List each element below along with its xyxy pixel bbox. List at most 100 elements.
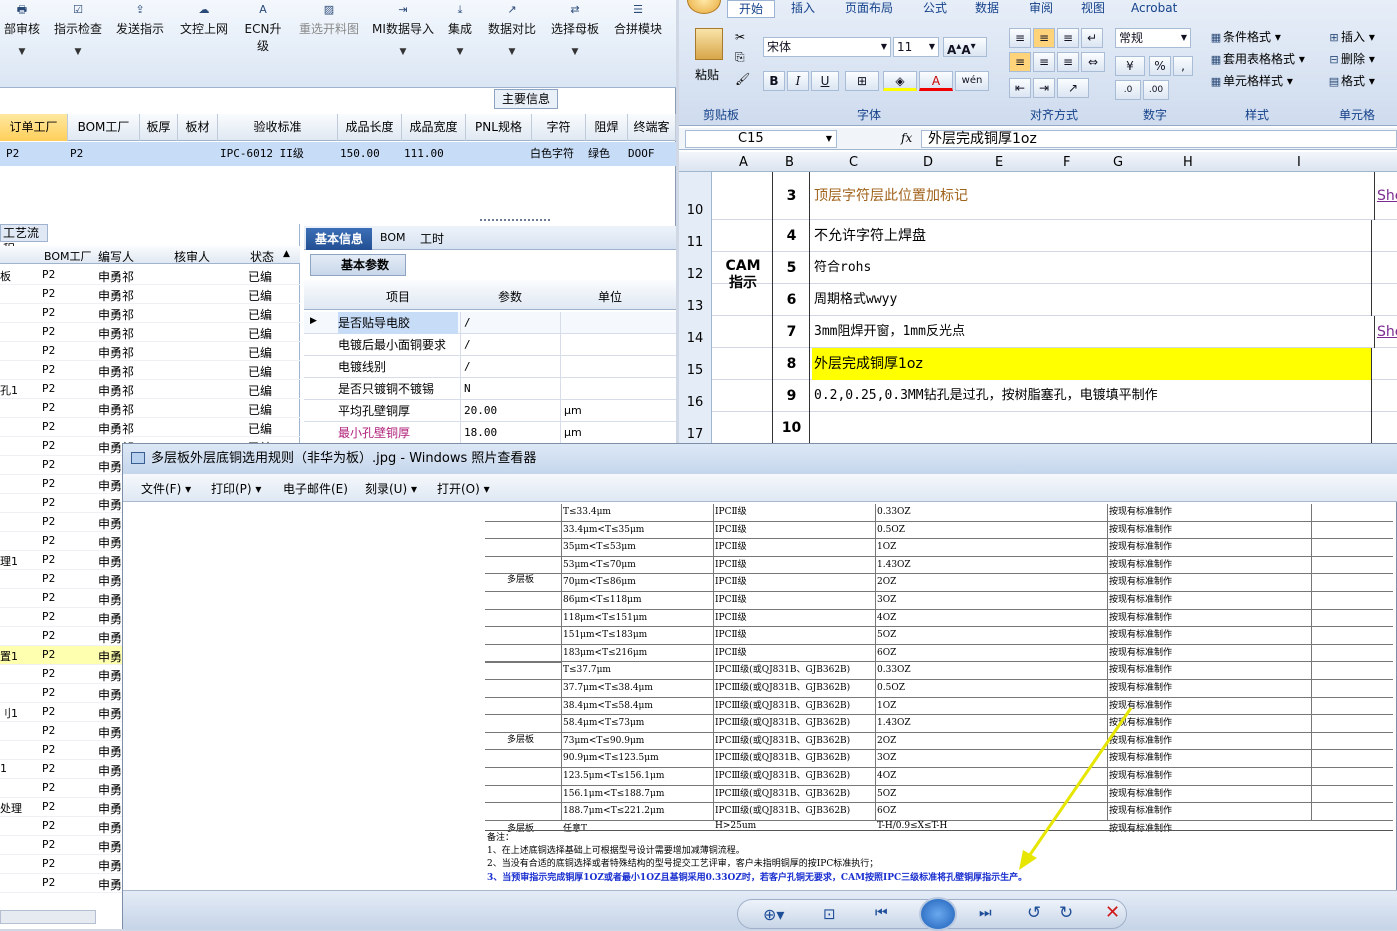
tab-home[interactable]: 开始 (727, 0, 775, 18)
delete-cells-button[interactable]: ⊟ 删除 ▾ (1327, 50, 1374, 67)
sheet-row[interactable]: 10 3 顶层字符层此位置加标记 She (679, 172, 1397, 220)
table-row[interactable]: P2 申勇祁 已编 (0, 285, 300, 304)
param-value[interactable]: / (460, 312, 560, 334)
font-color-button[interactable]: A (919, 71, 953, 91)
instruction-cell[interactable]: 周期格式wwyy (812, 284, 897, 316)
actual-size-icon[interactable]: ⊡ (823, 905, 836, 923)
row-number[interactable]: 16 (679, 380, 712, 412)
tab-view[interactable]: 视图 (1081, 0, 1105, 16)
instruction-cell[interactable]: 外层完成铜厚1oz (812, 348, 1372, 380)
row-number[interactable]: 14 (679, 316, 712, 348)
menu-file[interactable]: 文件(F) ▾ (141, 480, 191, 497)
sheet-link[interactable]: She (1374, 172, 1397, 220)
param-value[interactable]: / (460, 334, 560, 356)
param-value[interactable]: 20.00 (460, 400, 560, 422)
col-header[interactable]: 板厚 (140, 114, 178, 141)
fill-color-button[interactable]: ◈ (883, 71, 917, 91)
table-row[interactable]: 最小孔壁铜厚 18.00 μm (304, 422, 676, 444)
function-icon[interactable]: fx (901, 131, 912, 145)
font-name-select[interactable]: 宋体 ▼ (763, 37, 891, 57)
menu-print[interactable]: 打印(P) ▾ (211, 480, 261, 497)
toolbar-btn-integrate[interactable]: ⤓ 集成 ▼ (444, 4, 476, 80)
row-number[interactable]: 15 (679, 348, 712, 380)
table-row[interactable]: P2 申勇祁 已编 (0, 342, 300, 361)
col-header[interactable]: 成品宽度 (402, 114, 466, 141)
align-left-button[interactable]: ≡ (1009, 52, 1031, 72)
align-bottom-button[interactable]: ≡ (1057, 28, 1079, 48)
sheet-row[interactable]: 12 5 符合rohs (679, 252, 1397, 284)
col-header[interactable]: 终端客 (628, 114, 676, 141)
row-number[interactable]: 12 (679, 252, 712, 284)
table-format-button[interactable]: ▦ 套用表格格式 ▾ (1209, 50, 1305, 67)
table-row[interactable]: ▶ 是否贴导电胶 / (304, 312, 676, 334)
previous-icon[interactable]: ⏮ (875, 905, 888, 921)
currency-button[interactable]: ¥ (1115, 56, 1145, 76)
tab-acrobat[interactable]: Acrobat (1131, 0, 1177, 16)
tab-basic-params[interactable]: 基本参数 (310, 254, 406, 276)
sheet-link[interactable]: She (1374, 316, 1397, 348)
tab-formulas[interactable]: 公式 (923, 0, 947, 16)
insert-cells-button[interactable]: ⊞ 插入 ▾ (1327, 28, 1374, 45)
bold-button[interactable]: B (763, 71, 785, 91)
tab-bom[interactable]: BOM (380, 231, 406, 244)
rotate-cw-icon[interactable]: ↻ (1059, 903, 1073, 923)
sheet-row[interactable]: 15 8 外层完成铜厚1oz (679, 348, 1397, 380)
align-top-button[interactable]: ≡ (1009, 28, 1031, 48)
grow-shrink-font-buttons[interactable]: A▴A▾ (943, 37, 987, 57)
paste-icon[interactable] (695, 28, 723, 60)
col-header[interactable]: 阻焊 (586, 114, 628, 141)
orientation-button[interactable]: ↗ (1057, 78, 1089, 98)
name-box[interactable]: C15 ▼ (685, 130, 837, 148)
main-info-tab[interactable]: 主要信息 (494, 89, 558, 109)
cell-style-button[interactable]: ▦ 单元格样式 ▾ (1209, 72, 1293, 89)
merge-center-button[interactable]: ⇔ (1081, 52, 1105, 72)
table-row[interactable]: 电镀后最小面铜要求 / (304, 334, 676, 356)
table-row[interactable]: P2 申勇祁 已编 (0, 399, 300, 418)
toolbar-btn-check[interactable]: ☑ 指示检查 ▼ (52, 4, 104, 80)
toolbar-btn-compare[interactable]: ↗ 数据对比 ▼ (484, 4, 540, 80)
tab-basic-info[interactable]: 基本信息 (306, 228, 372, 250)
rotate-ccw-icon[interactable]: ↺ (1027, 903, 1041, 923)
table-row[interactable]: 孔1 P2 申勇祁 已编 (0, 380, 300, 399)
table-row[interactable]: P2 申勇祁 已编 (0, 418, 300, 437)
format-painter-icon[interactable]: 🖌 (735, 72, 750, 86)
toolbar-btn-import[interactable]: ⇥ MI数据导入 ▼ (370, 4, 436, 80)
table-row[interactable]: P2 申勇祁 已编 (0, 361, 300, 380)
col-header[interactable]: 验收标准 (218, 114, 338, 141)
sheet-row[interactable]: 11 4 不允许字符上焊盘 (679, 220, 1397, 252)
formula-input[interactable]: 外层完成铜厚1oz (921, 130, 1397, 148)
sheet-row[interactable]: 16 9 0.2,0.25,0.3MM钻孔是过孔，按树脂塞孔，电镀填平制作 (679, 380, 1397, 412)
decrease-decimal-button[interactable]: .00 (1143, 80, 1169, 100)
tab-process-flow[interactable]: 工艺流程 (0, 224, 48, 256)
table-row[interactable]: 是否只镀铜不镀锡 N (304, 378, 676, 400)
next-icon[interactable]: ⏭ (979, 905, 992, 921)
table-row[interactable]: 电镀线别 / (304, 356, 676, 378)
sheet-row[interactable]: 17 10 (679, 412, 1397, 444)
col-header[interactable]: BOM工厂 (68, 114, 140, 141)
toolbar-btn-reselect[interactable]: ▨ 重选开料图 (296, 4, 362, 80)
instruction-cell[interactable] (812, 412, 814, 444)
col-header[interactable]: 板材 (178, 114, 218, 141)
splitter-handle[interactable] (480, 219, 550, 223)
cut-icon[interactable]: ✂ (735, 30, 745, 44)
tab-review[interactable]: 审阅 (1029, 0, 1053, 16)
slideshow-button[interactable] (919, 897, 957, 931)
menu-open[interactable]: 打开(O) ▾ (437, 480, 490, 497)
table-row[interactable]: P2 P2 IPC-6012 II级 150.00 111.00 白色字符 绿色… (0, 142, 676, 166)
increase-decimal-button[interactable]: .0 (1115, 80, 1141, 100)
decrease-indent-button[interactable]: ⇤ (1009, 78, 1031, 98)
toolbar-btn-mother-board[interactable]: ⇄ 选择母板 ▼ (548, 4, 602, 80)
instruction-cell[interactable]: 0.2,0.25,0.3MM钻孔是过孔，按树脂塞孔，电镀填平制作 (812, 380, 1158, 412)
increase-indent-button[interactable]: ⇥ (1033, 78, 1055, 98)
paste-label[interactable]: 粘贴 (695, 66, 719, 83)
col-header[interactable]: 成品长度 (338, 114, 402, 141)
tab-page-layout[interactable]: 页面布局 (845, 0, 893, 16)
instruction-cell[interactable]: 3mm阻焊开窗，1mm反光点 (812, 316, 965, 348)
row-number[interactable]: 10 (679, 172, 712, 220)
toolbar-btn-send[interactable]: ⇪ 发送指示 (114, 4, 166, 80)
scroll-up-icon[interactable]: ▲ (283, 249, 290, 259)
align-middle-button[interactable]: ≡ (1033, 28, 1055, 48)
param-value[interactable]: / (460, 356, 560, 378)
menu-burn[interactable]: 刻录(U) ▾ (365, 480, 417, 497)
font-size-select[interactable]: 11 ▼ (893, 37, 939, 57)
